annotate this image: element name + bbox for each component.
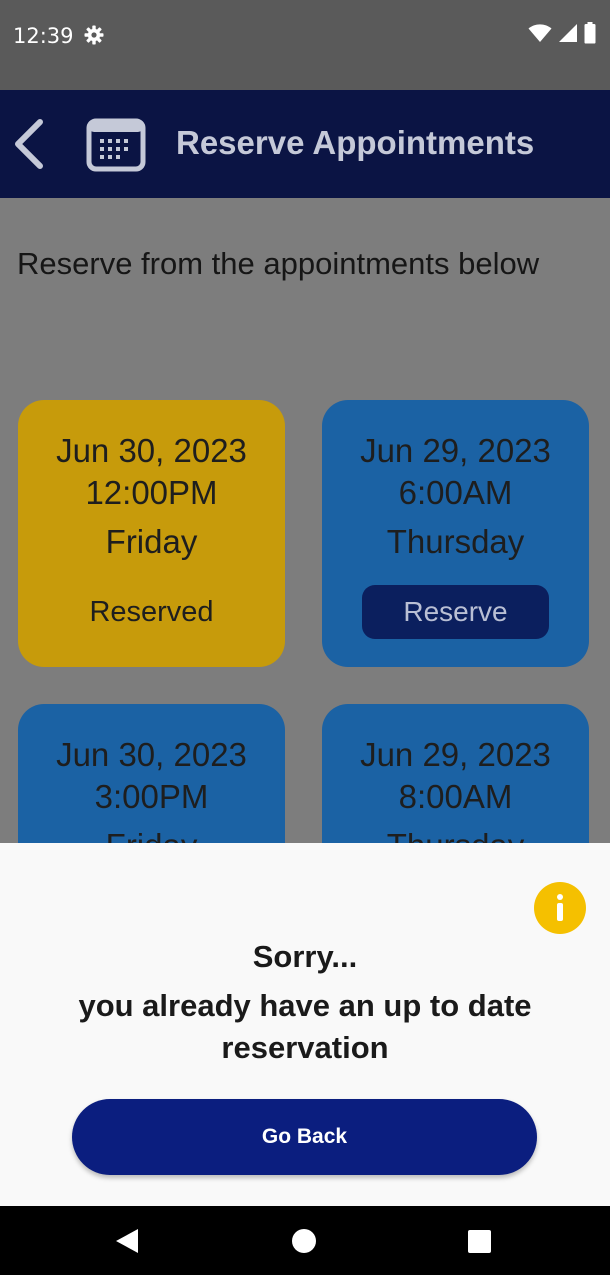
status-time: 12:39 [13,24,74,48]
status-bar: 12:39 [0,0,610,90]
system-icons [528,21,596,49]
reservation-dialog: Sorry... you already have an up to date … [0,843,610,1206]
page-title: Reserve Appointments [176,124,535,161]
appointment-time: 8:00AM [398,778,513,815]
app-bar: Reserve Appointments [0,90,610,198]
chevron-left-icon [15,119,43,169]
back-triangle-icon[interactable] [115,1228,139,1254]
appointment-day: Thursday [386,523,525,560]
info-icon [534,882,586,934]
home-circle-icon[interactable] [292,1229,316,1253]
wifi-icon [528,23,552,48]
go-back-button[interactable]: Go Back [72,1099,537,1175]
reserved-status-label: Reserved [89,596,214,628]
appointment-time: 12:00PM [85,474,218,511]
back-button[interactable] [10,118,50,170]
signal-icon [558,23,578,48]
recents-square-icon[interactable] [468,1230,491,1253]
navigation-bar [0,1206,610,1275]
appointment-time: 3:00PM [94,778,209,815]
page-subtitle: Reserve from the appointments below [17,246,540,281]
dialog-title: Sorry... [252,939,358,974]
settings-icon [84,25,104,45]
appointment-time: 6:00AM [398,474,513,511]
appointment-date: Jun 30, 2023 [56,736,247,773]
battery-icon [584,21,596,49]
dialog-message: you already have an up to date reservati… [78,988,532,1065]
appointments-list: Reserve from the appointments below Jun … [0,198,610,971]
calendar-icon [86,116,146,172]
reserve-button[interactable]: Reserve [362,585,549,639]
appointment-day: Friday [105,523,198,560]
appointment-date: Jun 30, 2023 [56,432,247,469]
appointment-date: Jun 29, 2023 [360,736,551,773]
appointment-card-reserved: Jun 30, 2023 12:00PM Friday Reserved [18,400,285,667]
appointment-card-available: Jun 29, 2023 6:00AM Thursday Reserve [322,400,589,667]
appointment-date: Jun 29, 2023 [360,432,551,469]
